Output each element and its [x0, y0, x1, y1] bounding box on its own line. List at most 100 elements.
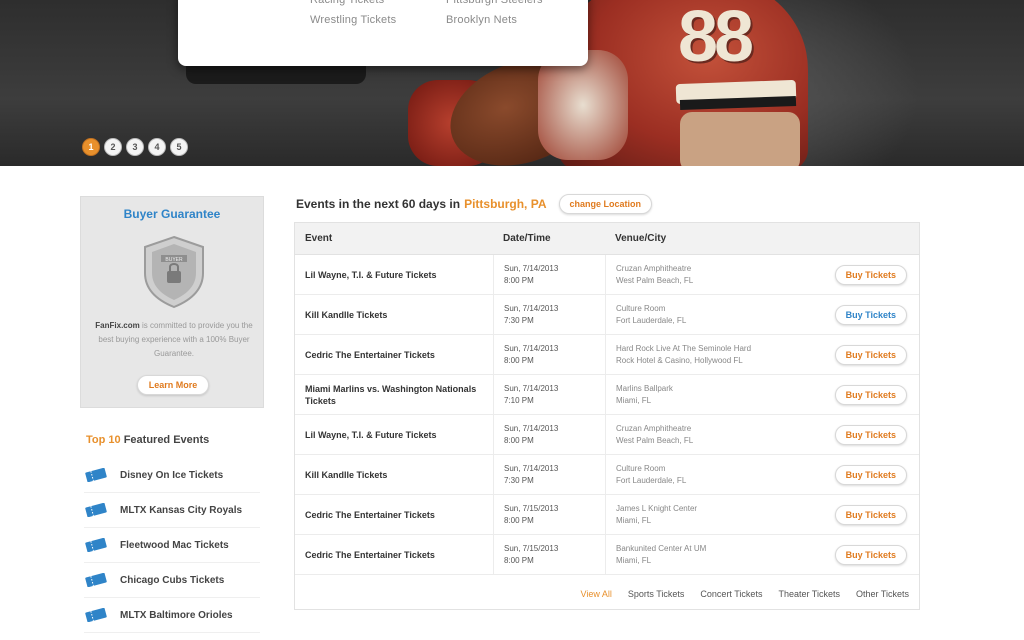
other-tickets-link[interactable]: Other Tickets — [856, 589, 909, 599]
event-date: Sun, 7/14/2013 — [504, 383, 559, 393]
venue-city: West Palm Beach, FL — [616, 435, 694, 445]
event-name[interactable]: Lil Wayne, T.I. & Future Tickets — [295, 429, 493, 441]
event-name[interactable]: Kill Kandlle Tickets — [295, 309, 493, 321]
events-rows: Lil Wayne, T.I. & Future Tickets Sun, 7/1… — [295, 255, 919, 575]
learn-more-button[interactable]: Learn More — [137, 375, 209, 395]
guarantee-text: FanFix.com is committed to provide you t… — [91, 319, 257, 361]
buy-tickets-button[interactable]: Buy Tickets — [834, 384, 907, 405]
column-header-date: Date/Time — [503, 233, 551, 244]
concert-tickets-link[interactable]: Concert Tickets — [700, 589, 762, 599]
slider-dot-5[interactable]: 5 — [170, 138, 188, 156]
badge-label: BUYER — [165, 257, 183, 263]
sports-tickets-link[interactable]: Sports Tickets — [628, 589, 685, 599]
event-time: 7:30 PM — [504, 315, 534, 325]
event-name[interactable]: Cedric The Entertainer Tickets — [295, 509, 493, 521]
event-time: 8:00 PM — [504, 355, 534, 365]
glove-right — [538, 50, 628, 160]
featured-events-title: Top 10 Featured Events — [86, 434, 209, 446]
venue-name: Cruzan Amphitheatre — [616, 263, 692, 273]
event-name[interactable]: Lil Wayne, T.I. & Future Tickets — [295, 269, 493, 281]
dropdown-link[interactable]: Racing Tickets — [310, 0, 396, 10]
slider-dot-4[interactable]: 4 — [148, 138, 166, 156]
venue-city: Fort Lauderdale, FL — [616, 475, 687, 485]
shield-badge-icon: BUYER — [144, 235, 204, 309]
event-venue: Culture Room Fort Lauderdale, FL — [605, 295, 819, 334]
event-datetime: Sun, 7/14/2013 7:10 PM — [493, 375, 605, 414]
event-date: Sun, 7/14/2013 — [504, 463, 559, 473]
table-row: Lil Wayne, T.I. & Future Tickets Sun, 7/1… — [295, 415, 919, 455]
slider-dot-1[interactable]: 1 — [82, 138, 100, 156]
featured-item[interactable]: Fleetwood Mac Tickets — [84, 528, 260, 563]
event-datetime: Sun, 7/14/2013 8:00 PM — [493, 415, 605, 454]
event-venue: Cruzan Amphitheatre West Palm Beach, FL — [605, 255, 819, 294]
event-name[interactable]: Kill Kandlle Tickets — [295, 469, 493, 481]
table-row: Lil Wayne, T.I. & Future Tickets Sun, 7/1… — [295, 255, 919, 295]
event-venue: James L Knight Center Miami, FL — [605, 495, 819, 534]
featured-item[interactable]: MLTX Kansas City Royals — [84, 493, 260, 528]
venue-name: Cruzan Amphitheatre — [616, 423, 692, 433]
event-name[interactable]: Miami Marlins vs. Washington Nationals T… — [295, 383, 493, 407]
events-header: Events in the next 60 days in Pittsburgh… — [296, 194, 653, 214]
event-venue: Bankunited Center At UM Miami, FL — [605, 535, 819, 574]
event-name[interactable]: Cedric The Entertainer Tickets — [295, 549, 493, 561]
buy-tickets-button[interactable]: Buy Tickets — [834, 464, 907, 485]
slider-dot-2[interactable]: 2 — [104, 138, 122, 156]
events-header-label: Events in the next 60 days in — [296, 197, 461, 211]
column-header-event: Event — [305, 233, 333, 244]
view-all-link[interactable]: View All — [581, 589, 612, 599]
buy-tickets-button[interactable]: Buy Tickets — [834, 344, 907, 365]
events-footer-links: View All Sports Tickets Concert Tickets … — [581, 589, 909, 599]
buy-tickets-button[interactable]: Buy Tickets — [834, 504, 907, 525]
buy-cell: Buy Tickets — [819, 304, 919, 325]
event-datetime: Sun, 7/15/2013 8:00 PM — [493, 495, 605, 534]
event-datetime: Sun, 7/14/2013 7:30 PM — [493, 295, 605, 334]
buy-cell: Buy Tickets — [819, 464, 919, 485]
guarantee-site: FanFix.com — [95, 321, 140, 330]
column-header-venue: Venue/City — [615, 233, 667, 244]
ticket-icon — [85, 503, 107, 517]
event-time: 8:00 PM — [504, 275, 534, 285]
event-date: Sun, 7/15/2013 — [504, 543, 559, 553]
featured-item[interactable]: Chicago Cubs Tickets — [84, 563, 260, 598]
event-time: 8:00 PM — [504, 435, 534, 445]
dropdown-link[interactable]: Brooklyn Nets — [446, 10, 543, 30]
player-arm — [680, 112, 800, 166]
venue-city: West Palm Beach, FL — [616, 275, 694, 285]
theater-tickets-link[interactable]: Theater Tickets — [778, 589, 840, 599]
buy-tickets-button[interactable]: Buy Tickets — [834, 544, 907, 565]
ticket-icon — [85, 468, 107, 482]
slider-dots: 1 2 3 4 5 — [82, 138, 188, 156]
events-location[interactable]: Pittsburgh, PA — [464, 197, 546, 211]
jersey-number: 88 — [678, 0, 754, 77]
buy-cell: Buy Tickets — [819, 264, 919, 285]
featured-title-rest: Featured Events — [120, 434, 210, 446]
featured-item-label: Fleetwood Mac Tickets — [120, 539, 229, 551]
featured-item-label: Chicago Cubs Tickets — [120, 574, 225, 586]
ticket-icon — [85, 608, 107, 622]
dropdown-link[interactable]: Pittsburgh Steelers — [446, 0, 543, 10]
buy-tickets-button[interactable]: Buy Tickets — [834, 304, 907, 325]
buy-cell: Buy Tickets — [819, 504, 919, 525]
featured-item-label: MLTX Baltimore Orioles — [120, 609, 233, 621]
venue-city: Miami, FL — [616, 515, 652, 525]
slider-dot-3[interactable]: 3 — [126, 138, 144, 156]
buy-tickets-button[interactable]: Buy Tickets — [834, 264, 907, 285]
table-row: Cedric The Entertainer Tickets Sun, 7/15/… — [295, 495, 919, 535]
buy-cell: Buy Tickets — [819, 424, 919, 445]
event-name[interactable]: Cedric The Entertainer Tickets — [295, 349, 493, 361]
buy-tickets-button[interactable]: Buy Tickets — [834, 424, 907, 445]
table-row: Cedric The Entertainer Tickets Sun, 7/14/… — [295, 335, 919, 375]
venue-name: Hard Rock Live At The Seminole Hard — [616, 343, 752, 353]
featured-title-highlight: Top 10 — [86, 434, 121, 446]
event-time: 8:00 PM — [504, 555, 534, 565]
change-location-button[interactable]: change Location — [558, 194, 653, 214]
event-date: Sun, 7/14/2013 — [504, 343, 559, 353]
dropdown-link[interactable]: Wrestling Tickets — [310, 10, 396, 30]
table-row: Miami Marlins vs. Washington Nationals T… — [295, 375, 919, 415]
featured-item[interactable]: MLTX Baltimore Orioles — [84, 598, 260, 633]
venue-city: Miami, FL — [616, 395, 652, 405]
featured-item[interactable]: Disney On Ice Tickets — [84, 458, 260, 493]
event-time: 7:30 PM — [504, 475, 534, 485]
event-datetime: Sun, 7/14/2013 8:00 PM — [493, 255, 605, 294]
buyer-guarantee-box: Buyer Guarantee BUYER FanFix.com is comm… — [80, 196, 264, 408]
